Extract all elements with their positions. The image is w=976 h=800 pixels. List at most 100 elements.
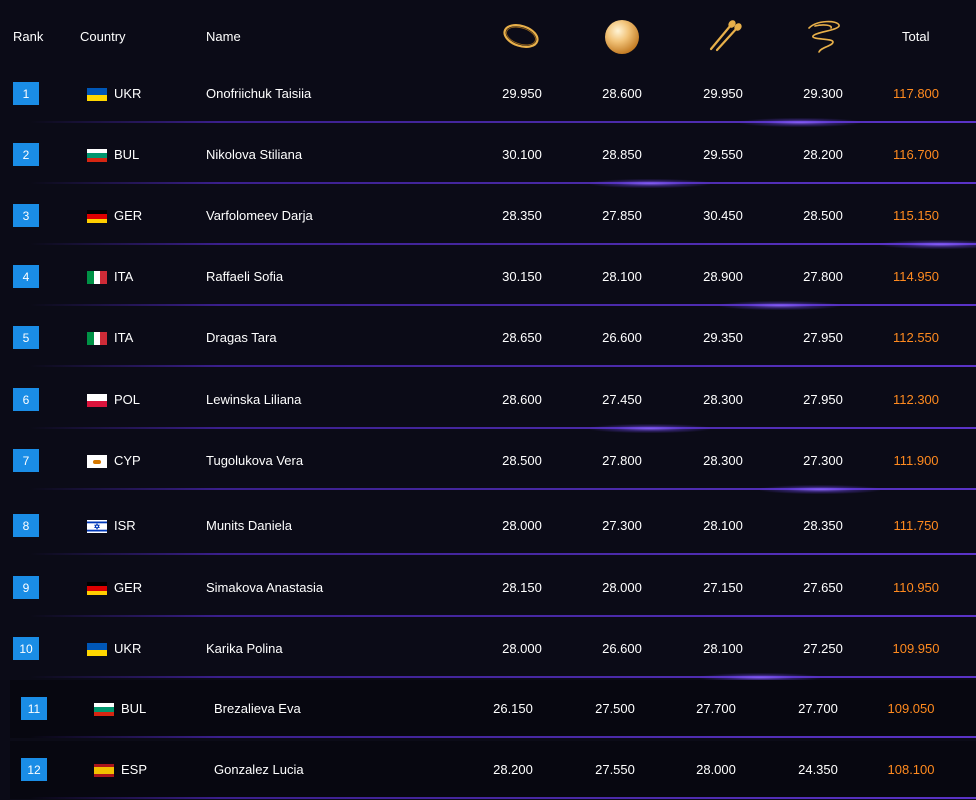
country-code: ITA	[114, 330, 134, 345]
italy-flag-icon	[87, 271, 107, 284]
rank-badge: 7	[13, 449, 39, 472]
athlete-name: Lewinska Liliana	[206, 392, 302, 407]
total-score: 110.950	[892, 580, 940, 595]
table-row[interactable]: 6 POL Lewinska Liliana 28.600 27.450 28.…	[0, 371, 976, 433]
table-row[interactable]: 2 BUL Nikolova Stiliana 30.100 28.850 29…	[0, 126, 976, 188]
clubs-score: 28.100	[703, 518, 743, 533]
rank-badge: 10	[13, 637, 39, 660]
athlete-name: Brezalieva Eva	[214, 701, 301, 716]
row-divider	[30, 553, 976, 555]
table-row[interactable]: 1 UKR Onofriichuk Taisiia 29.950 28.600 …	[0, 65, 976, 127]
ribbon-score: 27.250	[803, 641, 843, 656]
clubs-score: 27.150	[703, 580, 743, 595]
rank-badge: 3	[13, 204, 39, 227]
country-code: UKR	[114, 86, 142, 101]
country-code: GER	[114, 580, 143, 595]
rank-badge: 5	[13, 326, 39, 349]
rank-badge: 4	[13, 265, 39, 288]
ball-score: 28.000	[602, 580, 642, 595]
athlete-name: Onofriichuk Taisiia	[206, 86, 312, 101]
country-code: BUL	[121, 701, 147, 716]
bulgaria-flag-icon	[87, 149, 107, 162]
clubs-score: 28.900	[703, 269, 743, 284]
divider-glow	[760, 485, 880, 494]
germany-flag-icon	[87, 582, 107, 595]
ribbon-score: 27.650	[803, 580, 843, 595]
total-score: 111.900	[893, 453, 939, 468]
athlete-name: Nikolova Stiliana	[206, 147, 303, 162]
ball-score: 27.850	[602, 208, 642, 223]
ball-score: 27.300	[602, 518, 642, 533]
ribbon-score: 28.200	[803, 147, 843, 162]
total-score: 112.550	[892, 330, 940, 345]
germany-flag-icon	[87, 210, 107, 223]
clubs-score: 27.700	[696, 701, 736, 716]
country-code: ISR	[114, 518, 136, 533]
table-row[interactable]: 3 GER Varfolomeev Darja 28.350 27.850 30…	[0, 187, 976, 249]
ribbon-score: 27.950	[803, 330, 843, 345]
ball-score: 27.500	[595, 701, 635, 716]
athlete-name: Karika Polina	[206, 641, 283, 656]
athlete-name: Simakova Anastasia	[206, 580, 324, 595]
ribbon-score: 27.950	[803, 392, 843, 407]
total-score: 112.300	[892, 392, 940, 407]
clubs-score: 28.000	[696, 762, 736, 777]
athlete-name: Munits Daniela	[206, 518, 292, 533]
hoop-score: 30.100	[502, 147, 542, 162]
country-code: ITA	[114, 269, 134, 284]
ribbon-score: 29.300	[803, 86, 843, 101]
hoop-score: 28.000	[502, 518, 542, 533]
athlete-name: Dragas Tara	[206, 330, 277, 345]
total-score: 109.950	[892, 641, 940, 656]
hoop-score: 28.000	[502, 641, 542, 656]
clubs-score: 29.350	[703, 330, 743, 345]
table-row[interactable]: 9 GER Simakova Anastasia 28.150 28.000 2…	[0, 559, 976, 617]
cyprus-flag-icon	[87, 455, 107, 468]
ball-score: 26.600	[602, 641, 642, 656]
row-divider	[30, 736, 976, 738]
bulgaria-flag-icon	[94, 703, 114, 716]
ukraine-flag-icon	[87, 88, 107, 101]
spain-flag-icon	[94, 764, 114, 777]
athlete-name: Raffaeli Sofia	[206, 269, 284, 284]
ball-score: 28.100	[602, 269, 642, 284]
results-table: 1 UKR Onofriichuk Taisiia 29.950 28.600 …	[0, 0, 976, 800]
rank-badge: 2	[13, 143, 39, 166]
total-score: 114.950	[892, 269, 940, 284]
ribbon-score: 27.800	[803, 269, 843, 284]
country-code: BUL	[114, 147, 140, 162]
row-divider	[30, 427, 976, 429]
row-divider	[30, 182, 976, 184]
table-row[interactable]: 5 ITA Dragas Tara 28.650 26.600 29.350 2…	[0, 309, 976, 367]
rank-badge: 12	[21, 758, 47, 781]
ribbon-score: 24.350	[798, 762, 838, 777]
table-row[interactable]: 12 ESP Gonzalez Lucia 28.200 27.550 28.0…	[10, 741, 976, 799]
ball-score: 27.450	[602, 392, 642, 407]
row-divider	[30, 797, 976, 799]
table-row[interactable]: 11 BUL Brezalieva Eva 26.150 27.500 27.7…	[10, 680, 976, 738]
athlete-name: Tugolukova Vera	[206, 453, 304, 468]
table-row[interactable]: 4 ITA Raffaeli Sofia 30.150 28.100 28.90…	[0, 248, 976, 310]
hoop-score: 28.600	[502, 392, 542, 407]
ball-score: 26.600	[602, 330, 642, 345]
table-row[interactable]: 7 CYP Tugolukova Vera 28.500 27.800 28.3…	[0, 432, 976, 494]
country-code: UKR	[114, 641, 142, 656]
ball-score: 27.550	[595, 762, 635, 777]
ukraine-flag-icon	[87, 643, 107, 656]
row-divider	[30, 615, 976, 617]
rank-badge: 9	[13, 576, 39, 599]
table-row[interactable]: 8 ISR Munits Daniela 28.000 27.300 28.10…	[0, 497, 976, 555]
ribbon-score: 28.350	[803, 518, 843, 533]
ball-score: 27.800	[602, 453, 642, 468]
israel-flag-icon	[87, 520, 107, 533]
clubs-score: 28.300	[703, 453, 743, 468]
hoop-score: 28.200	[493, 762, 533, 777]
rank-badge: 8	[13, 514, 39, 537]
total-score: 116.700	[892, 147, 940, 162]
clubs-score: 29.550	[703, 147, 743, 162]
ribbon-score: 27.700	[798, 701, 838, 716]
table-row[interactable]: 10 UKR Karika Polina 28.000 26.600 28.10…	[0, 620, 976, 682]
hoop-score: 29.950	[502, 86, 542, 101]
hoop-score: 28.350	[502, 208, 542, 223]
total-score: 108.100	[887, 762, 935, 777]
